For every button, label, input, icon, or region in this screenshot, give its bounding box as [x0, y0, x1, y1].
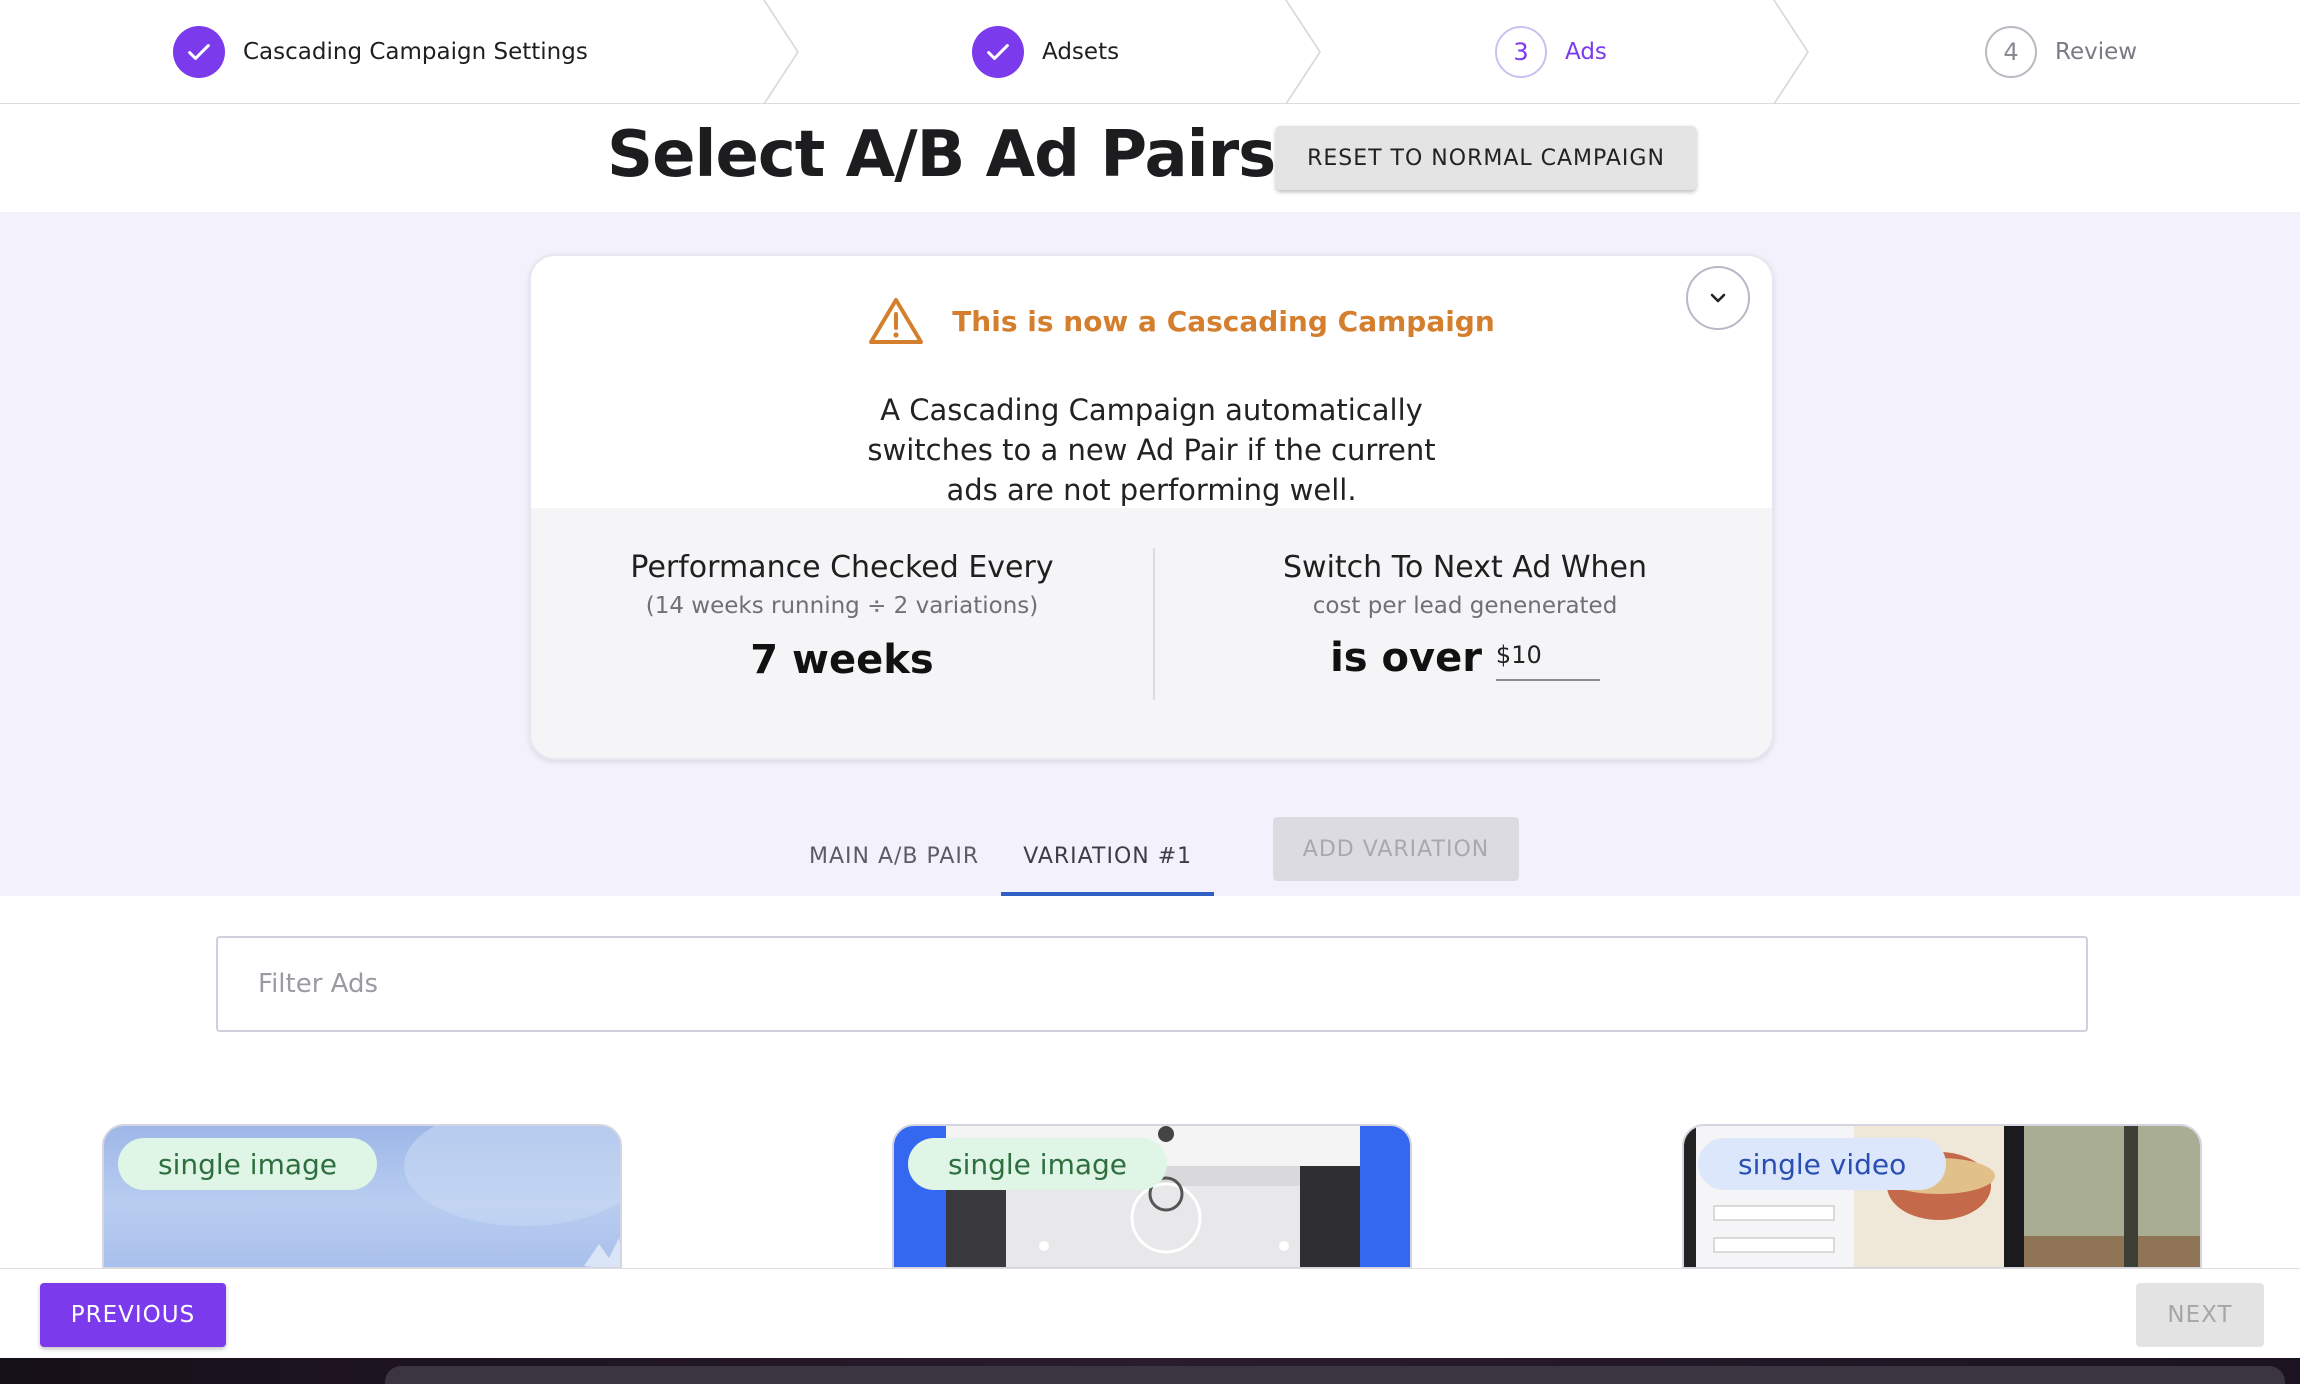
ad-card[interactable]: single image	[892, 1124, 1412, 1269]
warning-header: This is now a Cascading Campaign	[531, 296, 1772, 346]
reset-to-normal-campaign-button[interactable]: RESET TO NORMAL CAMPAIGN	[1276, 126, 1696, 190]
variation-tabs: MAIN A/B PAIR VARIATION #1	[787, 816, 1215, 896]
warning-title: This is now a Cascading Campaign	[952, 304, 1495, 338]
step-label: Ads	[1565, 39, 1607, 65]
dock-shelf	[385, 1366, 2285, 1384]
ad-type-badge: single image	[118, 1138, 378, 1190]
ad-card[interactable]: single image	[102, 1124, 622, 1269]
step-label: Review	[2055, 39, 2138, 65]
chevron-separator-icon	[763, 0, 799, 104]
threshold-row: is over	[1155, 635, 1772, 681]
warning-icon	[869, 298, 924, 344]
step-review[interactable]: 4 Review	[1985, 0, 2137, 104]
step-number: 3	[1495, 26, 1547, 78]
step-ads[interactable]: 3 Ads	[1495, 0, 1607, 104]
ad-type-badge: single image	[908, 1138, 1168, 1190]
cascade-description: A Cascading Campaign automatically switc…	[867, 393, 1436, 507]
next-button[interactable]: NEXT	[2136, 1283, 2264, 1347]
switch-ad-stat: Switch To Next Ad When cost per lead gen…	[1155, 550, 1772, 681]
switch-heading: Switch To Next Ad When	[1283, 550, 1647, 585]
step-adsets[interactable]: Adsets	[972, 0, 1119, 104]
add-variation-button[interactable]: ADD VARIATION	[1273, 817, 1519, 881]
switch-subheading: cost per lead genenerated	[1312, 593, 1618, 619]
previous-button[interactable]: PREVIOUS	[40, 1283, 226, 1347]
chevron-separator-icon	[1773, 0, 1809, 104]
check-icon	[972, 26, 1024, 78]
wizard-footer: PREVIOUS NEXT	[0, 1268, 2300, 1358]
performance-check-stat: Performance Checked Every (14 weeks runn…	[531, 550, 1153, 683]
ad-type-badge: single video	[1698, 1138, 1947, 1190]
cost-threshold-input[interactable]	[1495, 637, 1600, 681]
cascade-stats: Performance Checked Every (14 weeks runn…	[531, 508, 1772, 758]
threshold-label: is over	[1330, 635, 1482, 681]
performance-heading: Performance Checked Every	[630, 550, 1054, 585]
cascading-campaign-card: This is now a Cascading Campaign A Casca…	[529, 254, 1774, 760]
step-number: 4	[1985, 26, 2037, 78]
step-label: Cascading Campaign Settings	[243, 39, 588, 65]
check-icon	[173, 26, 225, 78]
chevron-separator-icon	[1285, 0, 1321, 104]
title-row: Select A/B Ad Pairs RESET TO NORMAL CAMP…	[0, 104, 2300, 212]
tab-variation-1[interactable]: VARIATION #1	[1001, 816, 1215, 896]
step-label: Adsets	[1042, 39, 1120, 65]
step-campaign-settings[interactable]: Cascading Campaign Settings	[173, 0, 588, 104]
tab-main-ab-pair[interactable]: MAIN A/B PAIR	[787, 816, 1001, 896]
performance-interval: 7 weeks	[750, 637, 934, 683]
wizard-stepper: Cascading Campaign Settings Adsets 3 Ads…	[0, 0, 2300, 104]
filter-ads-input[interactable]	[216, 936, 2088, 1032]
os-dock	[0, 1358, 2300, 1384]
page-title: Select A/B Ad Pairs	[607, 118, 1276, 192]
ad-card[interactable]: single video	[1682, 1124, 2202, 1269]
performance-subheading: (14 weeks running ÷ 2 variations)	[645, 593, 1039, 619]
